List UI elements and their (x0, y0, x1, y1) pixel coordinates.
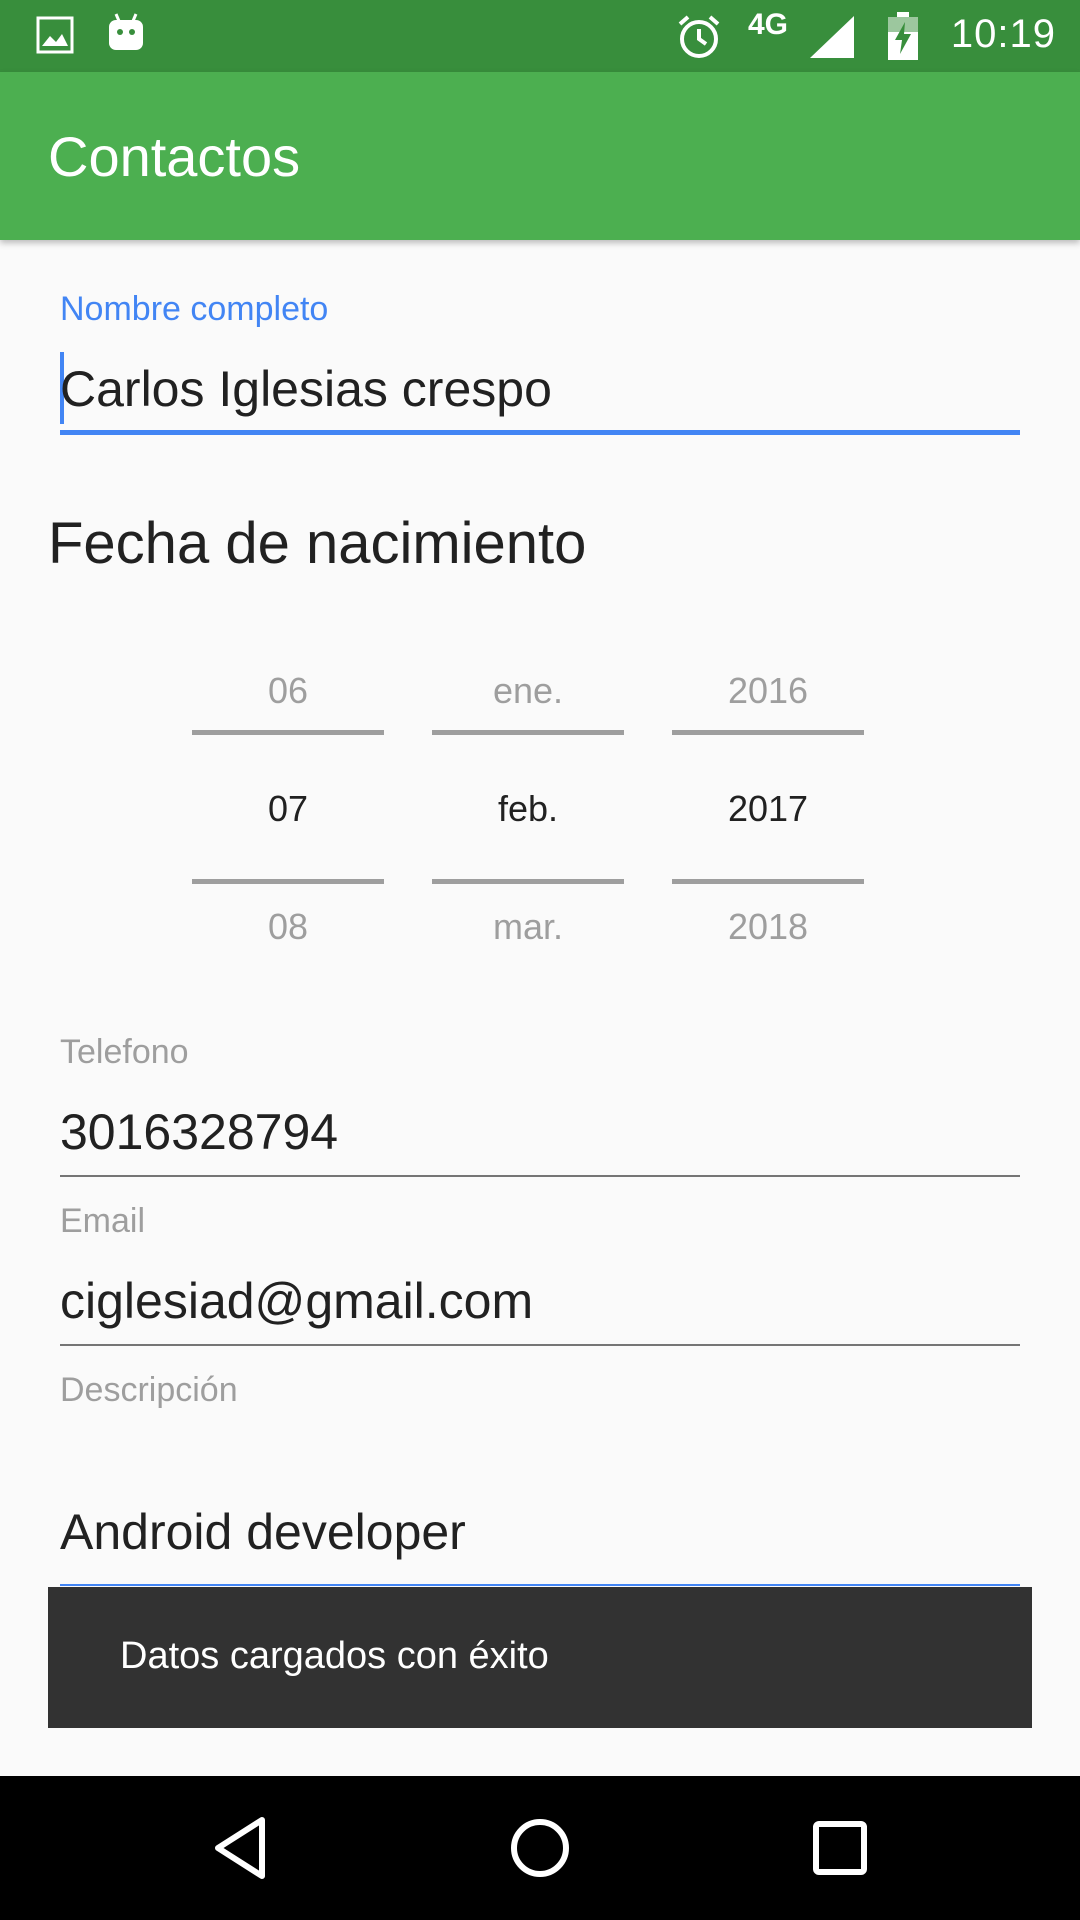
signal-icon (810, 16, 854, 58)
description-input[interactable]: Android developer (60, 1503, 466, 1561)
email-label: Email (60, 1202, 146, 1240)
day-divider-top (192, 730, 384, 735)
image-icon (36, 16, 74, 54)
network-type-label: 4G (748, 8, 789, 41)
recents-icon[interactable] (800, 1808, 880, 1888)
year-prev[interactable]: 2016 (672, 670, 864, 712)
name-input[interactable]: Carlos Iglesias crespo (60, 360, 552, 418)
snackbar: Datos cargados con éxito (48, 1587, 1032, 1728)
android-icon (109, 13, 143, 50)
year-divider-top (672, 730, 864, 735)
app-title: Contactos (48, 125, 301, 188)
year-divider-bottom (672, 879, 864, 884)
day-next[interactable]: 08 (192, 906, 384, 948)
month-divider-bottom (432, 879, 624, 884)
email-underline (60, 1344, 1020, 1346)
month-picker[interactable]: ene. feb. mar. (432, 660, 624, 960)
day-selected[interactable]: 07 (192, 788, 384, 830)
month-next[interactable]: mar. (432, 906, 624, 948)
phone-underline (60, 1175, 1020, 1177)
snackbar-message: Datos cargados con éxito (120, 1635, 549, 1677)
email-input[interactable]: ciglesiad@gmail.com (60, 1272, 533, 1330)
year-picker[interactable]: 2016 2017 2018 (672, 660, 864, 960)
home-icon[interactable] (500, 1808, 580, 1888)
birth-date-title: Fecha de nacimiento (48, 511, 587, 576)
phone-label: Telefono (60, 1033, 189, 1071)
day-picker[interactable]: 06 07 08 (192, 660, 384, 960)
navigation-bar (0, 1776, 1080, 1920)
name-underline (60, 430, 1020, 435)
year-selected[interactable]: 2017 (672, 788, 864, 830)
month-selected[interactable]: feb. (432, 788, 624, 830)
status-bar: 4G 10:19 (0, 0, 1080, 72)
day-divider-bottom (192, 879, 384, 884)
phone-input[interactable]: 3016328794 (60, 1103, 338, 1161)
back-icon[interactable] (200, 1808, 280, 1888)
status-time: 10:19 (950, 12, 1056, 56)
name-label: Nombre completo (60, 290, 329, 328)
app-bar: Contactos (0, 72, 1080, 240)
year-next[interactable]: 2018 (672, 906, 864, 948)
month-divider-top (432, 730, 624, 735)
battery-charging-icon (888, 12, 918, 60)
day-prev[interactable]: 06 (192, 670, 384, 712)
alarm-icon (678, 15, 720, 58)
description-label: Descripción (60, 1371, 238, 1409)
month-prev[interactable]: ene. (432, 670, 624, 712)
description-underline (60, 1584, 1020, 1586)
